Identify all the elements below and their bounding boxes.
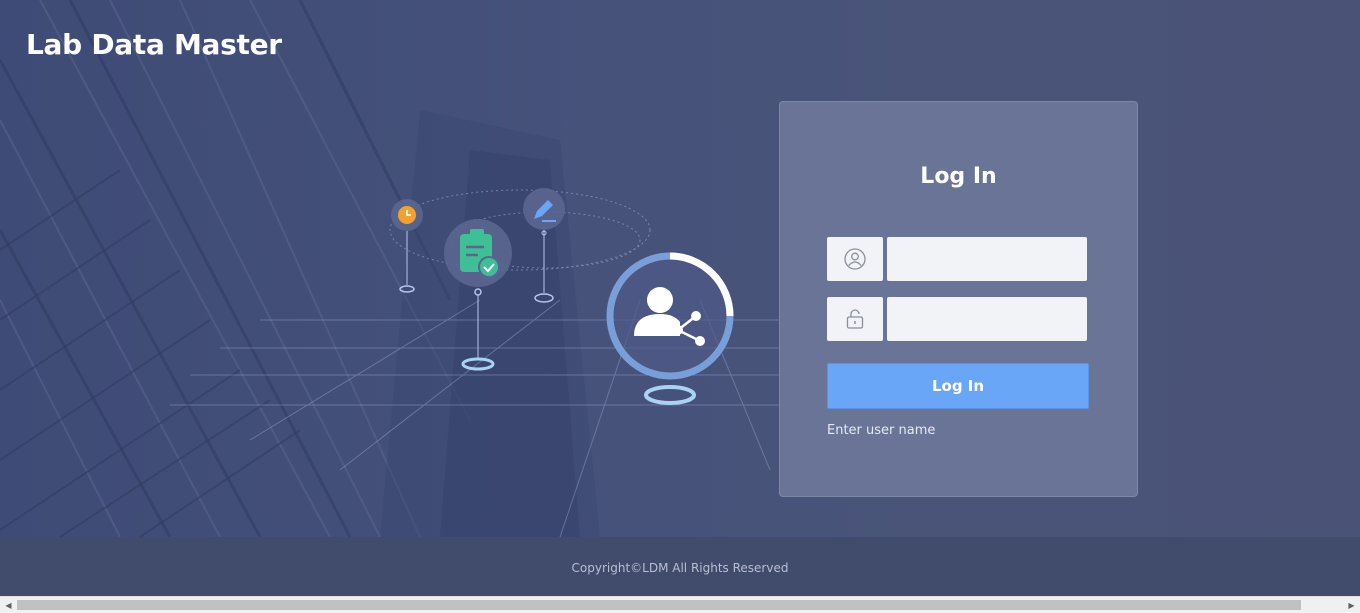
password-input[interactable] [887, 297, 1087, 341]
city-network-illustration [0, 0, 780, 537]
copyright-text: Copyright©LDM All Rights Reserved [571, 561, 789, 575]
username-input[interactable] [887, 237, 1087, 281]
user-share-ring-icon [606, 252, 734, 405]
scroll-right-arrow-icon[interactable]: ▶ [1343, 597, 1360, 613]
scroll-left-arrow-icon[interactable]: ◀ [0, 597, 17, 613]
login-page: Lab Data Master Log In Log In Enter user… [0, 0, 1360, 613]
background-illustration [0, 0, 1360, 537]
footer: Copyright©LDM All Rights Reserved [0, 537, 1360, 596]
app-title: Lab Data Master [26, 28, 282, 61]
horizontal-scrollbar[interactable]: ◀ ▶ [0, 596, 1360, 613]
password-icon-box [827, 297, 883, 341]
password-field-group [827, 297, 1087, 341]
username-icon-box [827, 237, 883, 281]
scroll-thumb[interactable] [17, 600, 1301, 610]
login-button[interactable]: Log In [827, 363, 1089, 409]
login-heading: Log In [920, 164, 997, 189]
username-field-group [827, 237, 1087, 281]
username-hint: Enter user name [827, 423, 936, 438]
login-panel: Log In Log In Enter user name [779, 101, 1138, 497]
lock-icon [846, 309, 864, 329]
user-circle-icon [844, 248, 866, 270]
